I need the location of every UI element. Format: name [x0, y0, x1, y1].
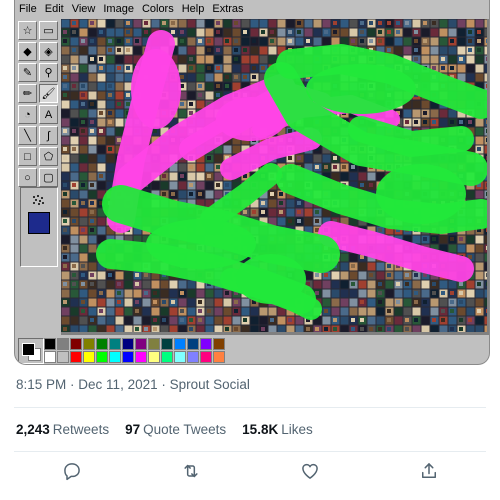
- tweet-actions: [0, 458, 500, 488]
- paint-blob: [306, 64, 416, 114]
- retweets-label: Retweets: [52, 422, 110, 437]
- palette-swatch[interactable]: [187, 338, 199, 350]
- palette-swatch[interactable]: [161, 338, 173, 350]
- line-icon[interactable]: ╲: [18, 126, 37, 145]
- spray-size-icon[interactable]: [31, 194, 45, 206]
- rounded-rect-icon[interactable]: ▢: [39, 168, 58, 187]
- menu-image[interactable]: Image: [99, 3, 138, 15]
- palette-swatch[interactable]: [174, 351, 186, 363]
- reply-icon: [64, 463, 80, 481]
- menu-view[interactable]: View: [68, 3, 100, 15]
- palette-swatch[interactable]: [83, 338, 95, 350]
- color-picker-icon[interactable]: ✎: [18, 63, 37, 82]
- separator: ·: [161, 377, 170, 392]
- palette-swatch[interactable]: [96, 338, 108, 350]
- palette-swatch[interactable]: [200, 338, 212, 350]
- selected-brush-preview[interactable]: [28, 212, 50, 234]
- palette-swatch[interactable]: [57, 338, 69, 350]
- divider: [14, 407, 486, 408]
- paint-blob: [376, 164, 466, 224]
- palette-swatch[interactable]: [70, 338, 82, 350]
- palette-swatch[interactable]: [135, 351, 147, 363]
- likes-label: Likes: [281, 422, 313, 437]
- toolbox: ☆ ▭ ◆ ◈ ✎ ⚲ ✏ 🖌 ◔ A ╲ ∫ □ ⬠ ○ ▢: [17, 19, 61, 334]
- palette-swatch[interactable]: [83, 351, 95, 363]
- tweet-stats: 2,243 Retweets 97 Quote Tweets 15.8K Likes: [16, 422, 329, 437]
- likes-stat[interactable]: 15.8K Likes: [242, 422, 313, 437]
- paint-blob: [236, 254, 306, 304]
- reply-button[interactable]: [59, 458, 85, 484]
- palette-swatch[interactable]: [57, 351, 69, 363]
- palette-swatch[interactable]: [135, 338, 147, 350]
- menu-help[interactable]: Help: [178, 3, 209, 15]
- palette-swatch[interactable]: [96, 351, 108, 363]
- palette-swatch[interactable]: [109, 338, 121, 350]
- tweet-time[interactable]: 8:15 PM: [16, 377, 66, 392]
- retweets-count: 2,243: [16, 422, 50, 437]
- tool-options-panel: [20, 187, 58, 267]
- menu-bar: File Edit View Image Colors Help Extras: [15, 0, 489, 18]
- palette-swatch[interactable]: [122, 338, 134, 350]
- quotes-stat[interactable]: 97 Quote Tweets: [125, 422, 226, 437]
- magnifier-icon[interactable]: ⚲: [39, 63, 58, 82]
- retweet-icon: [184, 464, 198, 478]
- pencil-icon[interactable]: ✏: [18, 84, 37, 103]
- palette-swatch[interactable]: [200, 351, 212, 363]
- brush-icon[interactable]: 🖌: [39, 84, 58, 103]
- curve-icon[interactable]: ∫: [39, 126, 58, 145]
- current-colors[interactable]: [18, 338, 44, 364]
- eraser-icon[interactable]: ◆: [18, 42, 37, 61]
- rectangle-icon[interactable]: □: [18, 147, 37, 166]
- palette-swatch[interactable]: [109, 351, 121, 363]
- airbrush-icon[interactable]: ◔: [18, 105, 37, 124]
- fill-bucket-icon[interactable]: ◈: [39, 42, 58, 61]
- quotes-count: 97: [125, 422, 141, 437]
- palette-swatch[interactable]: [174, 338, 186, 350]
- palette-swatch[interactable]: [148, 338, 160, 350]
- palette-swatch[interactable]: [70, 351, 82, 363]
- drawing-canvas[interactable]: [61, 19, 487, 332]
- palette-swatch[interactable]: [122, 351, 134, 363]
- menu-extras[interactable]: Extras: [208, 3, 247, 15]
- retweet-button[interactable]: [178, 458, 204, 484]
- palette-swatch[interactable]: [44, 338, 56, 350]
- heart-icon: [302, 463, 318, 479]
- quotes-label: Quote Tweets: [143, 422, 227, 437]
- paint-blob: [131, 49, 181, 129]
- tweet-date[interactable]: Dec 11, 2021: [78, 377, 157, 392]
- tweet-timestamp: 8:15 PM · Dec 11, 2021 · Sprout Social: [16, 377, 250, 392]
- paint-window: File Edit View Image Colors Help Extras ☆ ▭ ◆ ◈ ✎ ⚲…: [14, 0, 490, 365]
- palette-swatch[interactable]: [213, 338, 225, 350]
- canvas-area[interactable]: [61, 19, 489, 335]
- paint-stroke: [348, 116, 474, 157]
- free-select-icon[interactable]: ☆: [18, 21, 37, 40]
- palette-swatch[interactable]: [213, 351, 225, 363]
- paint-blob: [146, 219, 256, 269]
- tweet-source[interactable]: Sprout Social: [170, 377, 250, 392]
- share-button[interactable]: [416, 458, 442, 484]
- likes-count: 15.8K: [242, 422, 279, 437]
- divider: [14, 451, 486, 452]
- foreground-color[interactable]: [22, 343, 35, 356]
- palette-swatch[interactable]: [44, 351, 56, 363]
- retweets-stat[interactable]: 2,243 Retweets: [16, 422, 109, 437]
- palette-swatch[interactable]: [148, 351, 160, 363]
- polygon-icon[interactable]: ⬠: [39, 147, 58, 166]
- like-button[interactable]: [297, 458, 323, 484]
- ellipse-icon[interactable]: ○: [18, 168, 37, 187]
- palette-swatch[interactable]: [161, 351, 173, 363]
- menu-edit[interactable]: Edit: [41, 3, 68, 15]
- color-palette: [17, 337, 487, 364]
- menu-colors[interactable]: Colors: [138, 3, 178, 15]
- text-icon[interactable]: A: [39, 105, 58, 124]
- share-icon: [422, 463, 436, 478]
- palette-swatch[interactable]: [187, 351, 199, 363]
- menu-file[interactable]: File: [15, 3, 41, 15]
- rect-select-icon[interactable]: ▭: [39, 21, 58, 40]
